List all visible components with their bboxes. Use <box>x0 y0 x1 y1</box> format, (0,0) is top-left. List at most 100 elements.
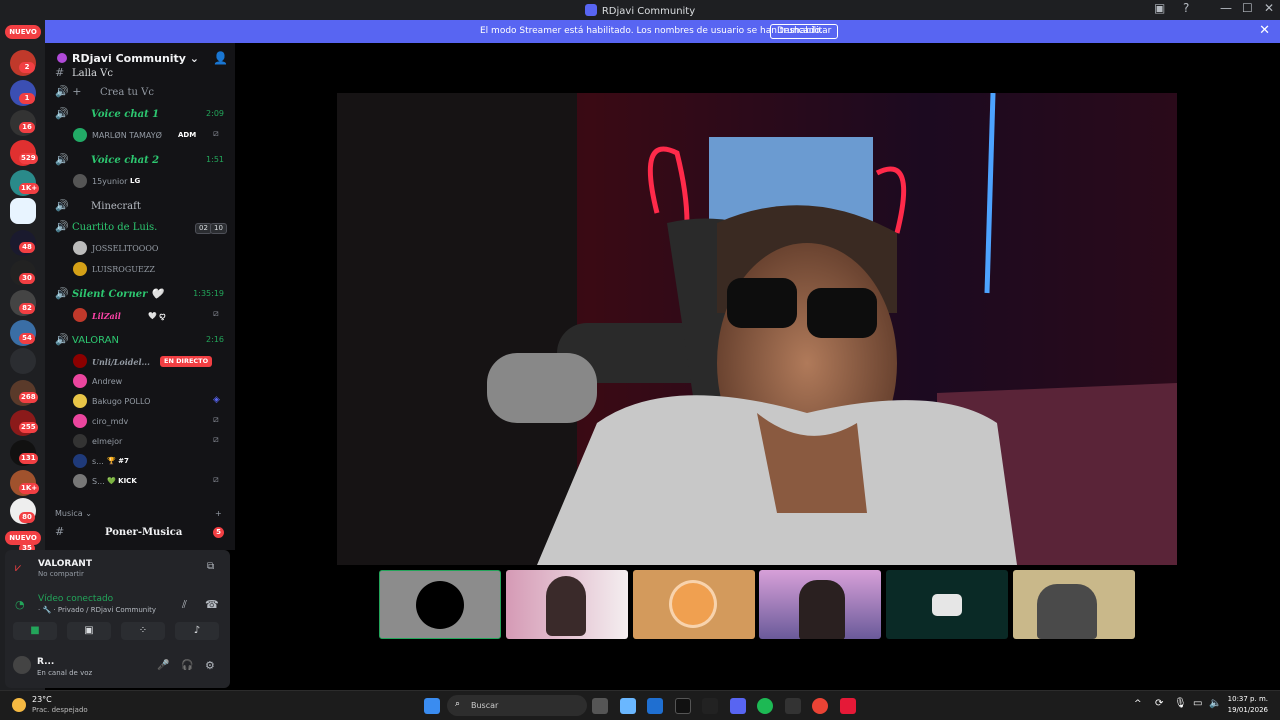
noise-suppression-icon[interactable]: ⫽ <box>182 598 187 612</box>
voice-user[interactable]: LilZail 🤍 ꨄ ⧄ <box>45 305 235 325</box>
plus-icon: 🔊 + <box>55 85 82 98</box>
voice-user[interactable]: s... 🏆 #7 <box>45 451 235 471</box>
chevron-up-icon[interactable]: ^ <box>1134 699 1142 709</box>
inbox-icon[interactable]: ▣ <box>1154 1 1165 15</box>
voice-user[interactable]: Unli/Loidel... EN DIRECTO <box>45 351 235 371</box>
participant-video <box>1037 584 1097 639</box>
minimize-button[interactable]: — <box>1220 1 1232 15</box>
voice-user[interactable]: 15yunior LG <box>45 171 235 191</box>
streamer-video-frame <box>337 93 1177 565</box>
category-musica[interactable]: Musica ⌄ + <box>45 505 235 525</box>
channel-voice-chat-2[interactable]: 🔊 Voice chat 2 1:51 <box>45 151 235 171</box>
discord-app-icon <box>584 4 597 16</box>
volume-icon[interactable]: 🔈 <box>1209 698 1221 709</box>
store-icon[interactable] <box>647 698 663 714</box>
voice-user[interactable]: S... 💚 KICK ⧄ <box>45 471 235 491</box>
participant-video <box>546 576 586 636</box>
valorant-icon: ⩗ <box>15 561 22 574</box>
display-icon[interactable]: ▭ <box>1193 698 1202 709</box>
voice-user[interactable]: elmejor ⧄ <box>45 431 235 451</box>
voice-channel-path[interactable]: · 🔧 · Privado / RDjavi Community <box>38 606 156 614</box>
clock-time[interactable]: 10:37 p. m. <box>1226 695 1268 703</box>
settings-icon[interactable]: ⚙ <box>205 659 215 672</box>
start-button[interactable] <box>424 698 440 714</box>
microphone-icon[interactable]: 🎤 <box>157 660 169 671</box>
participant-tile[interactable] <box>1013 570 1135 639</box>
voice-active-icon: 🔊 <box>55 333 69 346</box>
channel-valoran[interactable]: 🔊 VALORAN 2:16 <box>45 331 235 351</box>
app-icon[interactable] <box>840 698 856 714</box>
avatar[interactable] <box>13 656 31 674</box>
mention-badge: 2 <box>19 62 35 73</box>
camera-icon <box>932 594 962 616</box>
tray-icon[interactable]: ⟳ <box>1155 698 1163 709</box>
microphone-tray-icon[interactable]: 🎙 <box>1174 698 1187 709</box>
voice-user[interactable]: ciro_mdv ⧄ <box>45 411 235 431</box>
chrome-icon[interactable] <box>812 698 828 714</box>
app-icon[interactable] <box>702 698 718 714</box>
channel-crea-tu-vc[interactable]: 🔊 + Crea tu Vc <box>45 83 235 103</box>
weather-icon[interactable] <box>12 698 26 712</box>
copilot-icon[interactable] <box>620 698 636 714</box>
user-panel: ⩗ VALORANT No compartir ⧉ ◔ Vídeo conect… <box>5 550 230 688</box>
mention-badge: 54 <box>19 333 35 344</box>
participant-tile[interactable] <box>633 570 755 639</box>
soundboard-button[interactable]: ♪ <box>175 622 219 640</box>
channel-poner-musica[interactable]: # Poner-Musica 5 <box>45 523 235 543</box>
spotify-icon[interactable] <box>757 698 773 714</box>
activities-button[interactable]: ⁘ <box>121 622 165 640</box>
avatar <box>73 174 87 188</box>
live-badge: EN DIRECTO <box>160 356 213 367</box>
discord-taskbar-icon[interactable] <box>730 698 746 714</box>
clock-date[interactable]: 19/01/2026 <box>1226 706 1268 714</box>
help-icon[interactable]: ? <box>1183 1 1189 15</box>
add-channel-icon[interactable]: + <box>215 509 222 518</box>
disable-streamer-button[interactable]: Deshabilitar <box>770 24 839 39</box>
participant-tile[interactable] <box>759 570 881 639</box>
muted-icon: ⧄ <box>213 475 219 485</box>
participant-tile[interactable] <box>379 570 501 639</box>
search-box[interactable]: ⌕ Buscar <box>447 695 587 716</box>
channel-cuartito[interactable]: 🔊 Cuartito de Luis. 02 10 <box>45 218 235 238</box>
screen-share-button[interactable]: ▣ <box>67 622 111 640</box>
voice-user[interactable]: Bakugo POLLO ◈ <box>45 391 235 411</box>
voice-active-icon: 🔊 <box>55 107 69 120</box>
channel-minecraft[interactable]: 🔊 Minecraft <box>45 197 235 217</box>
voice-user[interactable]: LUISROGUEZZ <box>45 259 235 279</box>
streamer-mode-banner: El modo Streamer está habilitado. Los no… <box>45 20 1280 43</box>
headphones-icon[interactable]: 🎧 <box>181 660 193 671</box>
share-icon[interactable]: ⧉ <box>207 561 214 572</box>
disconnect-icon[interactable]: ☎ <box>205 598 219 611</box>
participant-tile[interactable] <box>506 570 628 639</box>
new-badge: NUEVO <box>5 25 41 39</box>
voice-user[interactable]: JOSSELITOOOO <box>45 238 235 258</box>
close-button[interactable]: ✕ <box>1264 1 1274 15</box>
voice-user[interactable]: Andrew <box>45 371 235 391</box>
task-view-icon[interactable] <box>592 698 608 714</box>
mention-badge: 16 <box>19 122 35 133</box>
avatar <box>73 474 87 488</box>
app-icon[interactable] <box>785 698 801 714</box>
channel-silent-corner[interactable]: 🔊 Silent Corner 🤍 1:35:19 <box>45 285 235 305</box>
participant-tile[interactable] <box>886 570 1008 639</box>
invite-people-icon[interactable]: 👤 <box>213 51 228 65</box>
server-icon[interactable] <box>10 348 36 374</box>
voice-user[interactable]: MARLØN TAMAYØ ADM ⧄ <box>45 125 235 145</box>
server-avatar <box>57 53 67 63</box>
muted-icon: ⧄ <box>213 309 219 319</box>
hash-icon: # <box>55 525 65 538</box>
channel-sidebar: RDjavi Community ⌄ 👤 # Lalla Vc 🔊 + Crea t… <box>45 43 235 550</box>
weather-temp: 23°C <box>32 695 52 704</box>
mention-badge: 1K+ <box>19 183 40 194</box>
maximize-button[interactable]: ☐ <box>1242 1 1253 15</box>
mention-badge: 82 <box>19 303 35 314</box>
avatar <box>73 354 87 368</box>
channel-lalla[interactable]: # Lalla Vc <box>45 64 235 84</box>
search-icon: ⌕ <box>455 699 461 709</box>
terminal-icon[interactable] <box>675 698 691 714</box>
channel-voice-chat-1[interactable]: 🔊 Voice chat 1 2:09 <box>45 105 235 125</box>
banner-close-icon[interactable]: ✕ <box>1259 23 1270 38</box>
server-icon[interactable] <box>10 198 36 224</box>
main-video-feed[interactable] <box>337 93 1177 565</box>
camera-button[interactable]: ■ <box>13 622 57 640</box>
